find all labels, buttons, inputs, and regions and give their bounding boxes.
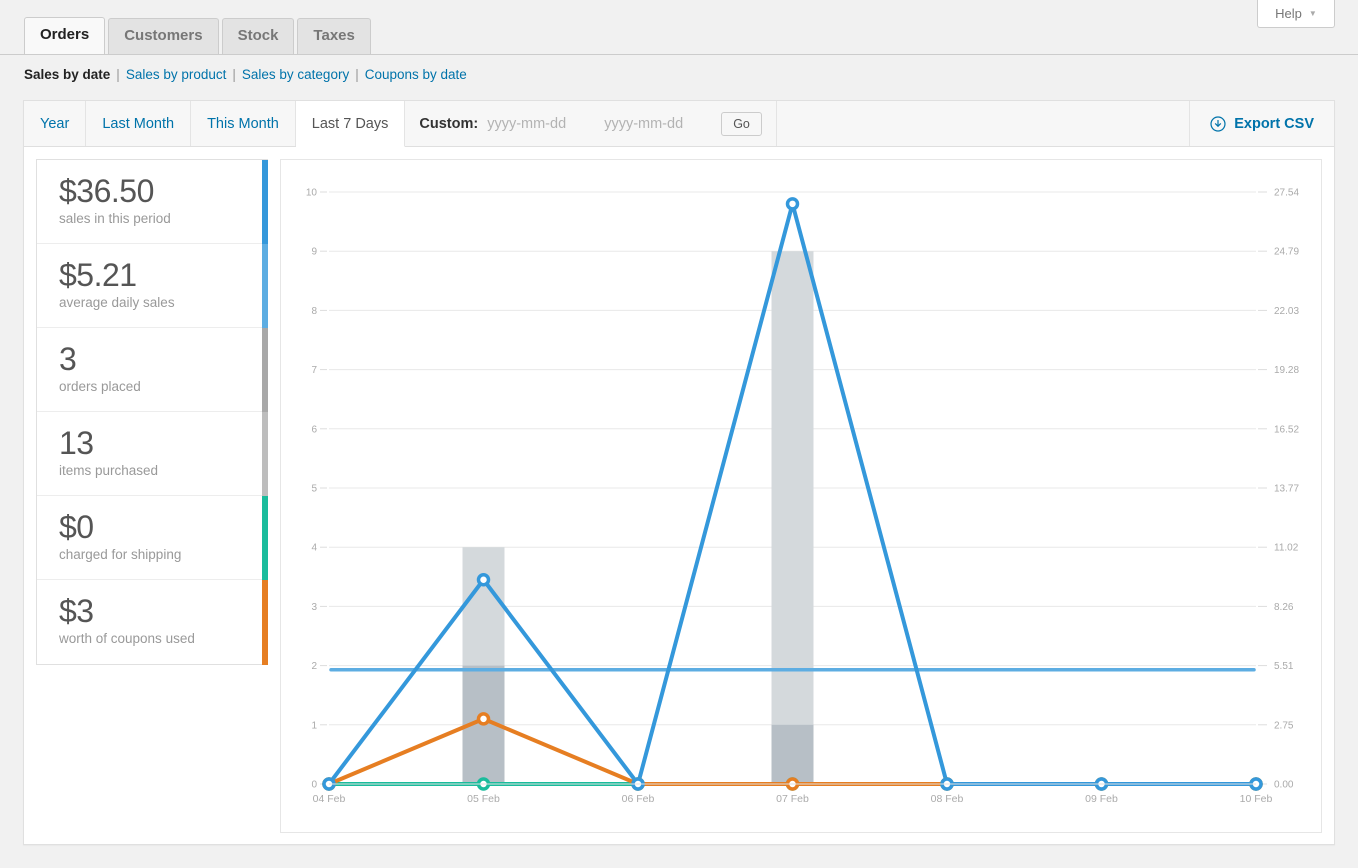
stat-charged-for-shipping[interactable]: $0 charged for shipping bbox=[37, 496, 267, 580]
stat-value: $0 bbox=[59, 509, 267, 545]
svg-text:8: 8 bbox=[311, 306, 317, 317]
toolbar-spacer bbox=[777, 101, 1189, 146]
sales-chart-svg: 0 0.00 1 2.75 2 5.51 3 8.26 4 11.02 5 13.77 6 16.52 7 1… bbox=[281, 160, 1321, 832]
stat-value: 13 bbox=[59, 425, 267, 461]
reports-page: Help ▼ Orders Customers Stock Taxes Sale… bbox=[0, 0, 1358, 868]
date-range-toolbar: Year Last Month This Month Last 7 Days C… bbox=[24, 101, 1334, 147]
custom-range-label: Custom: bbox=[419, 116, 478, 132]
svg-text:4: 4 bbox=[311, 543, 317, 554]
tab-stock[interactable]: Stock bbox=[222, 18, 295, 54]
report-tabs: Orders Customers Stock Taxes bbox=[24, 17, 371, 54]
svg-text:9: 9 bbox=[311, 247, 317, 258]
stat-sales-in-this-period[interactable]: $36.50 sales in this period bbox=[37, 160, 267, 244]
svg-text:6: 6 bbox=[311, 424, 317, 435]
stat-accent-bar bbox=[262, 160, 268, 244]
subnav-item-sales-by-product[interactable]: Sales by product bbox=[126, 67, 227, 82]
range-button-year[interactable]: Year bbox=[24, 101, 86, 146]
svg-text:04 Feb: 04 Feb bbox=[313, 793, 346, 805]
custom-range-group: Custom: Go bbox=[405, 101, 777, 146]
svg-text:07 Feb: 07 Feb bbox=[776, 793, 809, 805]
svg-text:8.26: 8.26 bbox=[1274, 602, 1294, 613]
svg-text:10: 10 bbox=[306, 188, 318, 199]
svg-text:7: 7 bbox=[311, 365, 317, 376]
svg-text:11.02: 11.02 bbox=[1274, 543, 1299, 554]
svg-text:5.51: 5.51 bbox=[1274, 661, 1294, 672]
stat-accent-bar bbox=[262, 328, 268, 412]
stat-accent-bar bbox=[262, 580, 268, 665]
custom-range-to-input[interactable] bbox=[604, 116, 712, 132]
svg-text:1: 1 bbox=[311, 720, 317, 731]
download-circle-icon bbox=[1210, 116, 1226, 132]
subnav-item-sales-by-category[interactable]: Sales by category bbox=[242, 67, 349, 82]
export-csv-button[interactable]: Export CSV bbox=[1189, 101, 1334, 146]
svg-text:05 Feb: 05 Feb bbox=[467, 793, 500, 805]
stat-accent-bar bbox=[262, 496, 268, 580]
svg-text:27.54: 27.54 bbox=[1274, 188, 1299, 199]
stat-items-purchased[interactable]: 13 items purchased bbox=[37, 412, 267, 496]
stat-average-daily-sales[interactable]: $5.21 average daily sales bbox=[37, 244, 267, 328]
subnav: Sales by date | Sales by product | Sales… bbox=[24, 67, 467, 82]
range-button-this-month[interactable]: This Month bbox=[191, 101, 296, 146]
svg-text:16.52: 16.52 bbox=[1274, 424, 1299, 435]
chevron-down-icon: ▼ bbox=[1309, 9, 1317, 18]
subnav-item-sales-by-date[interactable]: Sales by date bbox=[24, 67, 110, 82]
svg-text:10 Feb: 10 Feb bbox=[1240, 793, 1273, 805]
custom-range-from-input[interactable] bbox=[487, 116, 595, 132]
subnav-item-coupons-by-date[interactable]: Coupons by date bbox=[365, 67, 467, 82]
stat-orders-placed[interactable]: 3 orders placed bbox=[37, 328, 267, 412]
stat-caption: orders placed bbox=[59, 379, 267, 394]
subnav-separator: | bbox=[355, 67, 359, 82]
report-body: $36.50 sales in this period $5.21 averag… bbox=[24, 147, 1334, 845]
subnav-separator: | bbox=[116, 67, 120, 82]
svg-text:08 Feb: 08 Feb bbox=[931, 793, 964, 805]
stat-value: $36.50 bbox=[59, 173, 267, 209]
tabs-divider bbox=[0, 54, 1358, 55]
stat-caption: worth of coupons used bbox=[59, 631, 267, 646]
stat-caption: items purchased bbox=[59, 463, 267, 478]
stat-accent-bar bbox=[262, 412, 268, 496]
tab-orders[interactable]: Orders bbox=[24, 17, 105, 54]
stat-caption: sales in this period bbox=[59, 211, 267, 226]
svg-text:3: 3 bbox=[311, 602, 317, 613]
svg-text:22.03: 22.03 bbox=[1274, 306, 1299, 317]
stat-value: $3 bbox=[59, 593, 267, 629]
svg-text:0.00: 0.00 bbox=[1274, 780, 1294, 791]
stat-worth-of-coupons-used[interactable]: $3 worth of coupons used bbox=[37, 580, 267, 664]
svg-text:5: 5 bbox=[311, 484, 317, 495]
stat-caption: average daily sales bbox=[59, 295, 267, 310]
range-button-last-7-days[interactable]: Last 7 Days bbox=[296, 101, 406, 147]
svg-text:24.79: 24.79 bbox=[1274, 247, 1299, 258]
subnav-separator: | bbox=[232, 67, 236, 82]
svg-text:2.75: 2.75 bbox=[1274, 720, 1294, 731]
help-button[interactable]: Help ▼ bbox=[1257, 0, 1335, 28]
svg-text:13.77: 13.77 bbox=[1274, 484, 1299, 495]
svg-text:0: 0 bbox=[311, 780, 317, 791]
stat-value: 3 bbox=[59, 341, 267, 377]
svg-text:2: 2 bbox=[311, 661, 317, 672]
tab-taxes[interactable]: Taxes bbox=[297, 18, 370, 54]
export-csv-label: Export CSV bbox=[1234, 116, 1314, 132]
go-button[interactable]: Go bbox=[721, 112, 762, 136]
tab-customers[interactable]: Customers bbox=[108, 18, 218, 54]
stat-accent-bar bbox=[262, 244, 268, 328]
svg-text:19.28: 19.28 bbox=[1274, 365, 1299, 376]
svg-text:09 Feb: 09 Feb bbox=[1085, 793, 1118, 805]
sales-chart[interactable]: 0 0.00 1 2.75 2 5.51 3 8.26 4 11.02 5 13.77 6 16.52 7 1… bbox=[280, 159, 1322, 833]
help-button-label: Help bbox=[1275, 6, 1302, 21]
stat-value: $5.21 bbox=[59, 257, 267, 293]
report-panel: Year Last Month This Month Last 7 Days C… bbox=[23, 100, 1335, 845]
summary-stats-list: $36.50 sales in this period $5.21 averag… bbox=[36, 159, 268, 665]
stat-caption: charged for shipping bbox=[59, 547, 267, 562]
range-button-last-month[interactable]: Last Month bbox=[86, 101, 191, 146]
svg-text:06 Feb: 06 Feb bbox=[622, 793, 655, 805]
